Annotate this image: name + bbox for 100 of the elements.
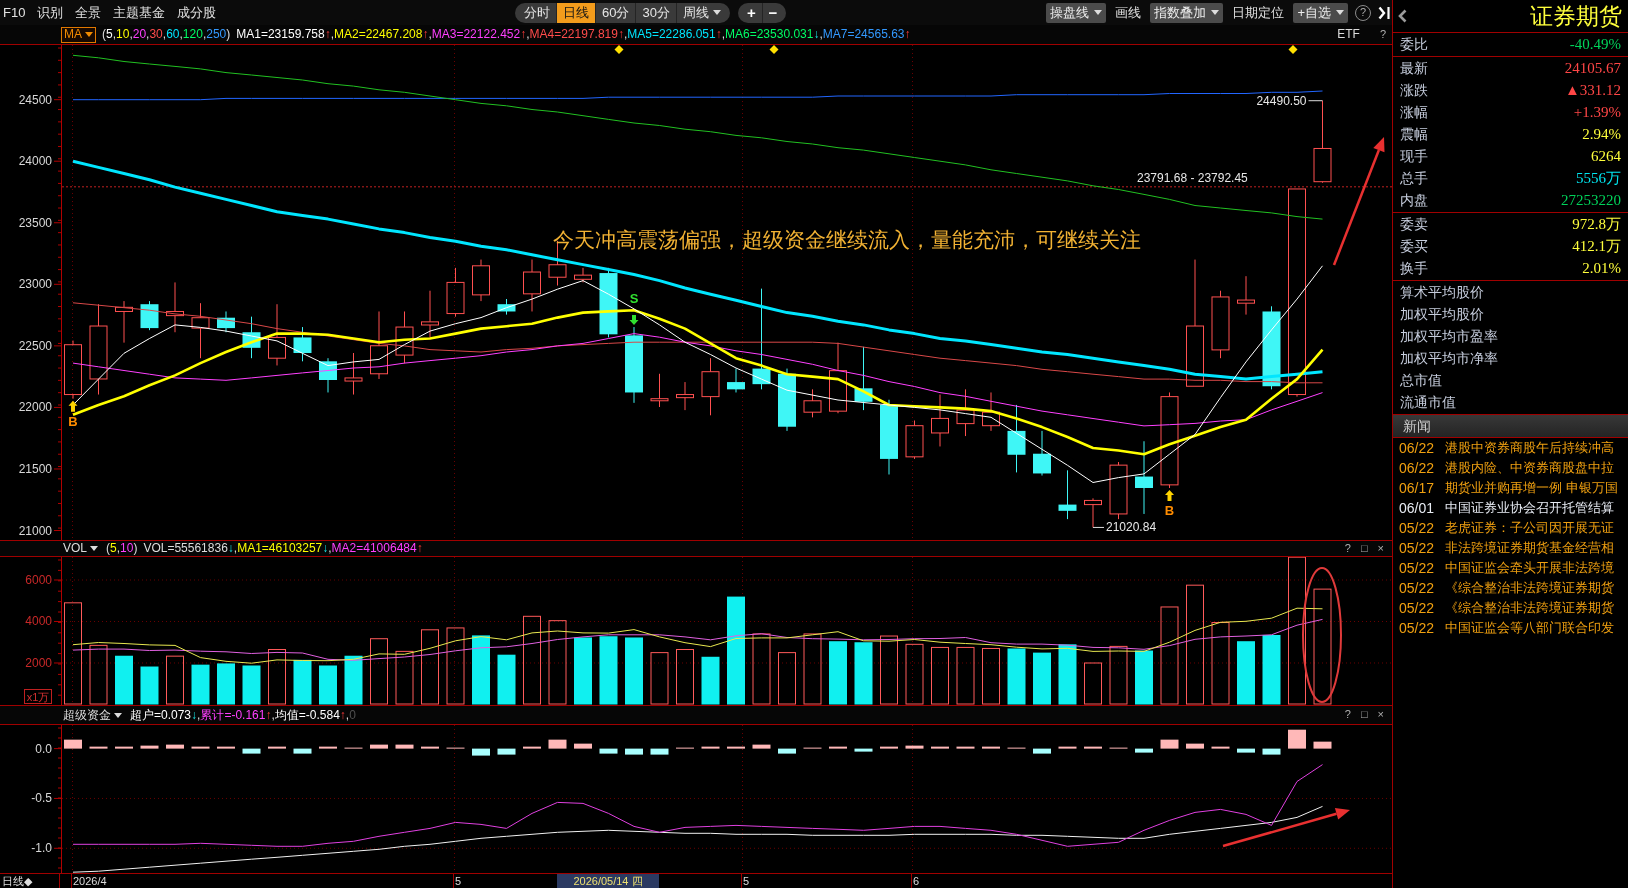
candlestick — [64, 340, 82, 400]
period-tab[interactable]: 60分 — [595, 2, 636, 23]
caret-icon — [114, 712, 122, 718]
close-button[interactable]: × — [1375, 541, 1386, 556]
indicator-value: ,MA6=23530.031↓ — [721, 27, 820, 42]
chevron-icon[interactable] — [1398, 9, 1407, 23]
quote-label: 涨幅 — [1400, 103, 1428, 121]
news-headline[interactable]: 《综合整治非法跨境证券期货 — [1445, 600, 1615, 616]
volume-bar — [115, 655, 133, 705]
low-price-label: 21020.84 — [1106, 520, 1157, 535]
volume-bar — [625, 637, 643, 705]
volume-bar — [166, 655, 184, 705]
news-date: 06/22 — [1399, 459, 1435, 477]
help-button[interactable]: ? — [1342, 541, 1353, 556]
sell-signal: S — [629, 291, 639, 307]
leader-line — [1092, 526, 1105, 528]
news-headline[interactable]: 期货业并购再增一例 申银万国 — [1445, 480, 1618, 496]
fund-bar — [497, 748, 516, 755]
close-button[interactable]: × — [1375, 708, 1386, 722]
price-axis-label: 22500 — [18, 338, 52, 353]
candlestick — [829, 342, 847, 414]
quote-value: 412.1万 — [1572, 237, 1621, 255]
candlestick — [1211, 290, 1230, 359]
indicator-value: MA1=23159.758↑ — [236, 27, 331, 42]
news-headline[interactable]: 港股中资券商股午后持续冲高 — [1445, 440, 1615, 456]
top-menu-item[interactable]: F10 — [3, 4, 26, 21]
help-button[interactable]: ? — [1379, 27, 1386, 42]
candlestick — [676, 381, 694, 411]
volume-bar — [319, 665, 337, 705]
toolbar-dropdown[interactable]: 操盘线 — [1046, 2, 1107, 23]
candlestick — [191, 302, 210, 359]
up-arrow-icon — [1165, 490, 1174, 501]
toolbar-dropdown[interactable]: 指数叠加 — [1150, 2, 1224, 23]
period-tab[interactable]: 分时 — [515, 2, 556, 23]
volume-bar — [1237, 641, 1255, 705]
caret-icon — [85, 32, 93, 37]
candlestick — [217, 311, 235, 333]
news-headline[interactable]: 老虎证券：子公司因开展无证 — [1445, 520, 1615, 536]
volume-bar — [956, 646, 975, 705]
fund-bar — [293, 748, 312, 754]
indicator-dropdown[interactable]: MA — [61, 26, 96, 43]
fund-bar — [1186, 743, 1204, 749]
fund-bar — [166, 744, 184, 749]
fund-bar — [395, 744, 414, 749]
period-label[interactable]: 日线◆ — [2, 875, 33, 887]
quote-label: 总手 — [1400, 169, 1428, 187]
news-headline[interactable]: 非法跨境证券期货基金经营相 — [1445, 540, 1615, 556]
top-menu-item[interactable]: 主题基金 — [113, 4, 166, 21]
leader-line — [1308, 100, 1323, 102]
indicator-dropdown[interactable]: 超级资金 — [61, 707, 124, 723]
zoom-out-button[interactable]: − — [761, 2, 786, 23]
news-headline[interactable]: 港股内险、中资券商股盘中拉 — [1445, 460, 1615, 476]
analysis-comment: 今天冲高震荡偏强，超级资金继续流入，量能充沛，可继续关注 — [553, 228, 1141, 251]
collapse-panel-icon[interactable] — [1378, 5, 1390, 20]
quote-label: 委买 — [1400, 237, 1428, 255]
fund-bar — [650, 748, 669, 755]
fund-bar — [880, 746, 898, 749]
news-date: 05/22 — [1399, 579, 1435, 597]
restore-button[interactable]: □ — [1358, 708, 1370, 722]
quote-value: 27253220 — [1561, 191, 1621, 209]
candlestick — [319, 357, 337, 393]
quote-value: +1.39% — [1573, 103, 1621, 121]
candlestick — [956, 388, 975, 437]
news-headline[interactable]: 《综合整治非法跨境证券期货 — [1445, 580, 1615, 596]
news-date: 05/22 — [1399, 539, 1435, 557]
news-headline[interactable]: 中国证券业协会召开托管结算 — [1445, 500, 1615, 516]
news-header: 新闻 — [1393, 415, 1628, 438]
quote-label: 总市值 — [1400, 371, 1442, 389]
help-button[interactable]: ? — [1342, 708, 1353, 722]
toolbar-button[interactable]: 画线 — [1113, 4, 1144, 21]
volume-bar — [829, 641, 847, 705]
news-date: 05/22 — [1399, 559, 1435, 577]
news-headline[interactable]: 中国证监会牵头开展非法跨境 — [1445, 560, 1615, 576]
fund-bar — [931, 746, 949, 749]
price-axis-label: 24500 — [18, 92, 52, 107]
period-tab[interactable]: 30分 — [635, 2, 676, 23]
indicator-value: VOL=55561836↓ — [143, 541, 234, 556]
top-menu-item[interactable]: 全景 — [75, 4, 102, 21]
toolbar-dropdown[interactable]: +自选 — [1293, 2, 1348, 23]
volume-bar — [854, 642, 873, 705]
toolbar-button[interactable]: 日期定位 — [1230, 4, 1287, 21]
volume-bar — [701, 656, 720, 705]
quote-label: 换手 — [1400, 259, 1428, 277]
period-tab[interactable]: 周线 — [675, 2, 730, 23]
fund-bar — [701, 746, 720, 749]
zoom-in-button[interactable]: + — [737, 2, 762, 23]
indicator-dropdown[interactable]: VOL — [61, 540, 100, 557]
top-menu-item[interactable]: 识别 — [37, 4, 64, 21]
fund-bar — [523, 746, 541, 749]
news-headline[interactable]: 中国证监会等八部门联合印发 — [1445, 620, 1615, 636]
volume-bar — [140, 666, 159, 705]
fund-bar — [217, 746, 235, 749]
volume-bar — [1084, 662, 1102, 705]
top-menu-item[interactable]: 成分股 — [177, 4, 217, 21]
fund-bar — [905, 745, 924, 749]
fund-bar — [956, 746, 975, 749]
restore-button[interactable]: □ — [1358, 541, 1370, 556]
candlestick — [497, 298, 516, 316]
candlestick — [574, 267, 592, 283]
period-tab[interactable]: 日线 — [556, 2, 595, 23]
